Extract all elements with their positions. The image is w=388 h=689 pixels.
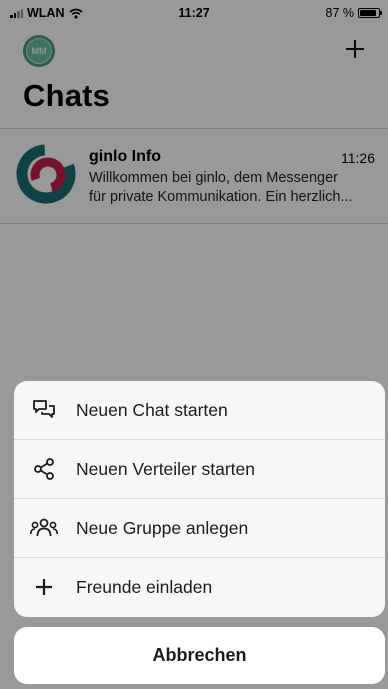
action-sheet: Neuen Chat starten Neuen Verteiler start… (14, 381, 385, 617)
action-label: Neuen Chat starten (76, 399, 228, 420)
chat-bubbles-icon (30, 396, 58, 424)
plus-icon (30, 573, 58, 601)
action-label: Neue Gruppe anlegen (76, 517, 249, 538)
action-invite-friends[interactable]: Freunde einladen (14, 558, 385, 617)
action-new-group[interactable]: Neue Gruppe anlegen (14, 499, 385, 558)
cancel-button[interactable]: Abbrechen (14, 627, 385, 684)
action-label: Freunde einladen (76, 577, 213, 597)
chats-screen: WLAN 11:27 87 % MM Chats ginlo Info 11:2… (0, 0, 388, 689)
action-label: Neuen Verteiler starten (76, 458, 255, 479)
share-nodes-icon (30, 455, 58, 483)
group-icon (30, 514, 58, 542)
action-new-broadcast[interactable]: Neuen Verteiler starten (14, 440, 385, 499)
action-new-chat[interactable]: Neuen Chat starten (14, 381, 385, 440)
